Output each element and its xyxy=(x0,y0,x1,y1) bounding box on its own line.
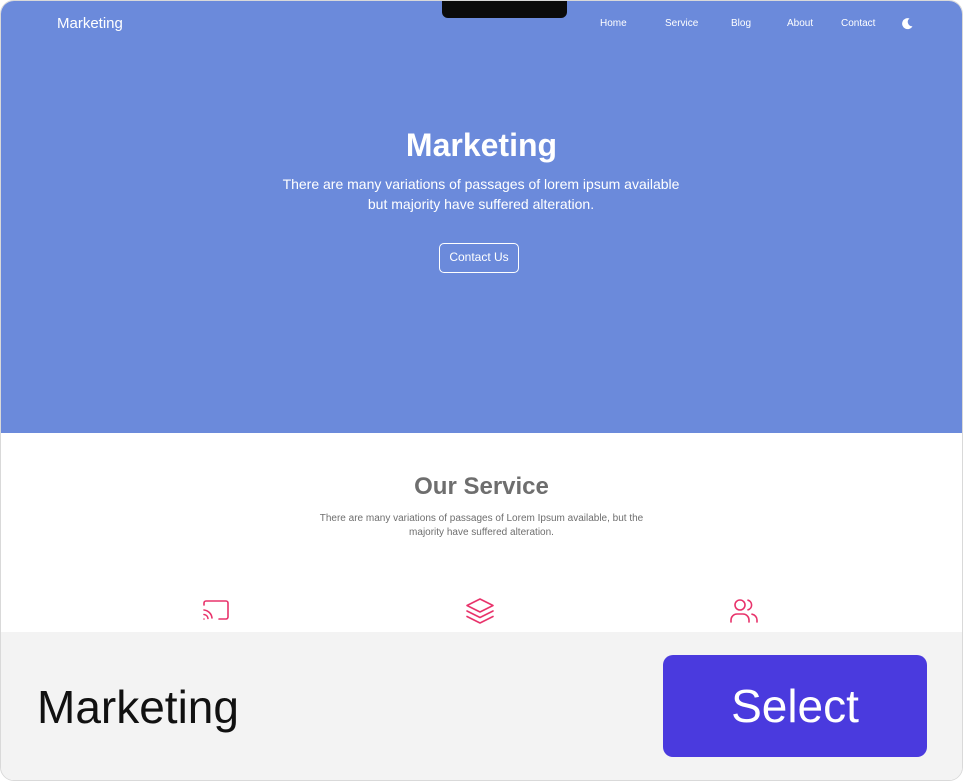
hero-section: Marketing Home Service Blog About Contac… xyxy=(1,1,962,433)
service-description-line: majority have suffered alteration. xyxy=(409,527,554,538)
template-card: Marketing Home Service Blog About Contac… xyxy=(0,0,963,781)
card-footer: Marketing Select xyxy=(1,632,962,780)
nav-link-about[interactable]: About xyxy=(787,18,813,29)
cast-icon xyxy=(201,596,231,626)
nav-link-contact[interactable]: Contact xyxy=(841,18,875,29)
service-section: Our Service There are many variations of… xyxy=(1,433,962,632)
moon-icon[interactable] xyxy=(900,17,914,31)
users-icon xyxy=(729,596,759,626)
service-title: Our Service xyxy=(414,473,549,500)
nav-link-home[interactable]: Home xyxy=(600,18,627,29)
service-description-line: There are many variations of passages of… xyxy=(319,513,644,524)
hero-description-line: but majority have suffered alteration. xyxy=(367,196,595,212)
hero-title: Marketing xyxy=(405,127,558,163)
hero-description: There are many variations of passages of… xyxy=(231,174,731,214)
contact-us-button[interactable]: Contact Us xyxy=(439,243,519,273)
template-name: Marketing xyxy=(37,681,239,733)
camera-notch xyxy=(442,1,567,18)
select-button[interactable]: Select xyxy=(663,655,927,757)
service-description: There are many variations of passages of… xyxy=(301,512,662,540)
layers-icon xyxy=(465,596,495,626)
nav-link-service[interactable]: Service xyxy=(665,18,698,29)
nav-brand[interactable]: Marketing xyxy=(57,15,123,32)
nav-link-blog[interactable]: Blog xyxy=(731,18,751,29)
hero-description-line: There are many variations of passages of… xyxy=(282,176,680,192)
template-preview: Marketing Home Service Blog About Contac… xyxy=(1,1,962,632)
